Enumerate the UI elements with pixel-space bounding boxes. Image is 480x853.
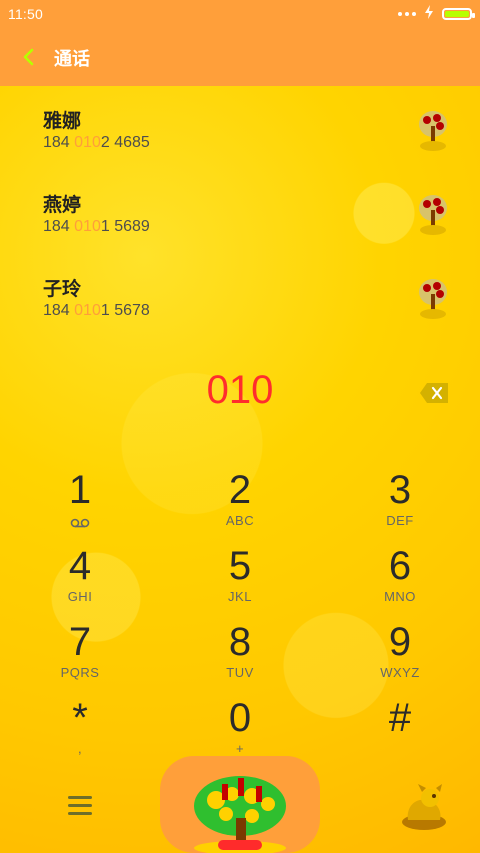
key-letters: ,: [77, 741, 83, 756]
key-digit: 0: [228, 696, 252, 740]
contact-row[interactable]: 燕婷 184 0101 5689: [0, 170, 480, 254]
key-letters: PQRS: [60, 665, 100, 680]
key-9[interactable]: 9 WXYZ: [320, 616, 480, 692]
number-match: 010: [74, 218, 101, 235]
key-2[interactable]: 2 ABC: [160, 464, 320, 540]
page-title: 通话: [54, 49, 90, 69]
contact-number: 184 0101 5678: [43, 302, 150, 320]
number-match: 010: [74, 134, 101, 151]
contact-number: 184 0101 5689: [43, 218, 150, 236]
call-button[interactable]: [160, 756, 320, 853]
key-digit: 5: [228, 544, 252, 588]
contact-name: 雅娜: [43, 111, 82, 132]
key-letters: WXYZ: [380, 665, 420, 680]
golden-dragon-button[interactable]: [396, 782, 452, 832]
key-digit: 3: [388, 468, 412, 512]
dialer-screen: 11:50 通话 雅娜 184 010 2 4 685 燕婷 184 0101 56…: [0, 0, 480, 853]
backspace-button[interactable]: [419, 382, 449, 404]
status-icons: [398, 4, 475, 24]
key-6[interactable]: 6 MNO: [320, 540, 480, 616]
status-time: 11:50: [8, 6, 43, 22]
contact-number: 184 0102 4685: [43, 134, 150, 152]
number-match: 010: [74, 302, 101, 319]
contact-row[interactable]: 雅娜 184 0102 4685: [0, 86, 480, 170]
contact-name: 燕婷: [43, 195, 82, 216]
app-bar: 通话: [0, 28, 480, 86]
number-suffix: 1 5689: [100, 218, 150, 235]
number-prefix: 184: [43, 218, 75, 235]
money-tree-icon: [416, 108, 450, 152]
more-dots-icon: [398, 12, 416, 16]
money-tree-call-icon: [194, 776, 286, 853]
key-star[interactable]: * ,: [0, 692, 160, 768]
chevron-left-icon: [23, 48, 34, 66]
number-suffix: 1 5678: [100, 302, 150, 319]
golden-dragon-icon: [402, 784, 446, 830]
key-digit: 1: [68, 468, 92, 512]
voicemail-icon: [70, 515, 90, 528]
key-digit: 2: [228, 468, 252, 512]
key-letters: ABC: [225, 513, 255, 528]
key-digit: 6: [388, 544, 412, 588]
money-tree-icon: [416, 276, 450, 320]
menu-button[interactable]: [68, 796, 92, 816]
charging-bolt-icon: [424, 4, 434, 24]
number-suffix: 2 4685: [100, 134, 150, 151]
key-digit: #: [388, 696, 412, 740]
key-letters: MNO: [384, 589, 416, 604]
money-tree-icon: [416, 192, 450, 236]
key-letters: DEF: [386, 513, 414, 528]
back-button[interactable]: [12, 40, 46, 74]
status-bar: 11:50: [0, 0, 480, 28]
key-3[interactable]: 3 DEF: [320, 464, 480, 540]
backspace-icon: [420, 383, 448, 403]
key-letters: +: [235, 741, 245, 756]
key-7[interactable]: 7 PQRS: [0, 616, 160, 692]
dialed-number-display: 010: [206, 368, 274, 412]
key-digit: 8: [228, 620, 252, 664]
key-letters: JKL: [228, 589, 252, 604]
key-digit: 9: [388, 620, 412, 664]
key-letters: GHI: [67, 589, 93, 604]
key-4[interactable]: 4 GHI: [0, 540, 160, 616]
battery-icon: [442, 8, 475, 20]
key-1[interactable]: 1: [0, 464, 160, 540]
key-5[interactable]: 5 JKL: [160, 540, 320, 616]
number-prefix: 184: [43, 134, 75, 151]
key-hash[interactable]: #: [320, 692, 480, 768]
number-prefix: 184: [43, 302, 75, 319]
bottom-action-bar: [0, 756, 480, 853]
key-letters: TUV: [226, 665, 254, 680]
contact-name: 子玲: [43, 279, 82, 300]
key-digit: *: [72, 696, 88, 740]
key-digit: 7: [68, 620, 92, 664]
key-8[interactable]: 8 TUV: [160, 616, 320, 692]
dial-keypad: 1 2 ABC 3 DEF 4 GHI 5 JKL 6 MNO 7 PQRS 8…: [0, 464, 480, 760]
contact-row[interactable]: 子玲 184 0101 5678: [0, 254, 480, 338]
key-digit: 4: [68, 544, 92, 588]
